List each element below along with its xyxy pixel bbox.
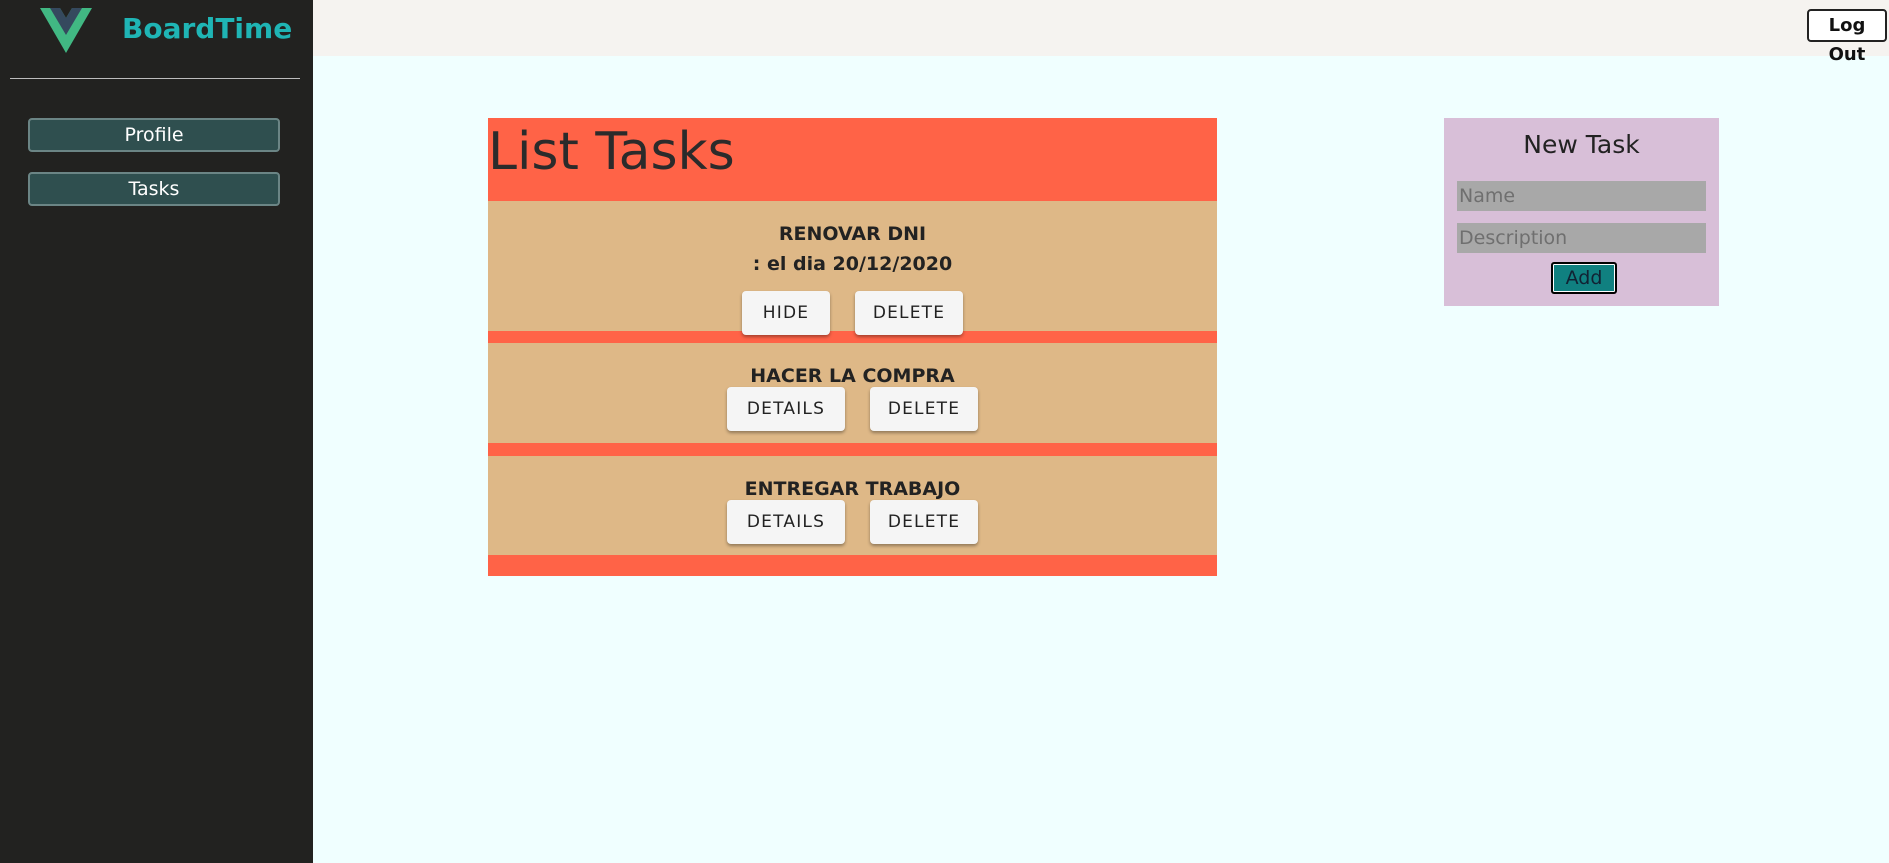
add-task-button[interactable]: Add xyxy=(1551,262,1617,294)
details-button[interactable]: DETAILS xyxy=(727,387,845,431)
sidebar-item-tasks[interactable]: Tasks xyxy=(28,172,280,206)
sidebar-item-profile[interactable]: Profile xyxy=(28,118,280,152)
task-card: RENOVAR DNI : el dia 20/12/2020 HIDE DEL… xyxy=(488,201,1217,335)
delete-button[interactable]: DELETE xyxy=(870,500,978,544)
brand: BoardTime xyxy=(40,8,292,56)
sidebar: BoardTime Profile Tasks xyxy=(0,0,313,863)
task-list-panel: List Tasks RENOVAR DNI : el dia 20/12/20… xyxy=(488,118,1217,576)
task-description-input[interactable] xyxy=(1457,223,1706,253)
new-task-title: New Task xyxy=(1523,130,1640,159)
new-task-panel: New Task Add xyxy=(1444,118,1719,306)
vue-logo-icon xyxy=(40,8,92,53)
page-title: List Tasks xyxy=(488,122,735,182)
logout-button[interactable]: Log Out xyxy=(1807,9,1887,65)
task-card: HACER LA COMPRA DETAILS DELETE xyxy=(488,343,1217,443)
details-button[interactable]: DETAILS xyxy=(727,500,845,544)
task-detail: : el dia 20/12/2020 xyxy=(752,253,953,275)
brand-name: BoardTime xyxy=(122,12,293,45)
task-title: ENTREGAR TRABAJO xyxy=(744,478,961,500)
hide-button[interactable]: HIDE xyxy=(742,291,830,335)
task-title: HACER LA COMPRA xyxy=(750,365,955,387)
delete-button[interactable]: DELETE xyxy=(855,291,963,335)
delete-button[interactable]: DELETE xyxy=(870,387,978,431)
sidebar-divider xyxy=(10,78,300,79)
task-title: RENOVAR DNI xyxy=(778,223,927,245)
topbar: Log Out xyxy=(313,0,1889,65)
task-card: ENTREGAR TRABAJO DETAILS DELETE xyxy=(488,456,1217,555)
task-name-input[interactable] xyxy=(1457,181,1706,211)
